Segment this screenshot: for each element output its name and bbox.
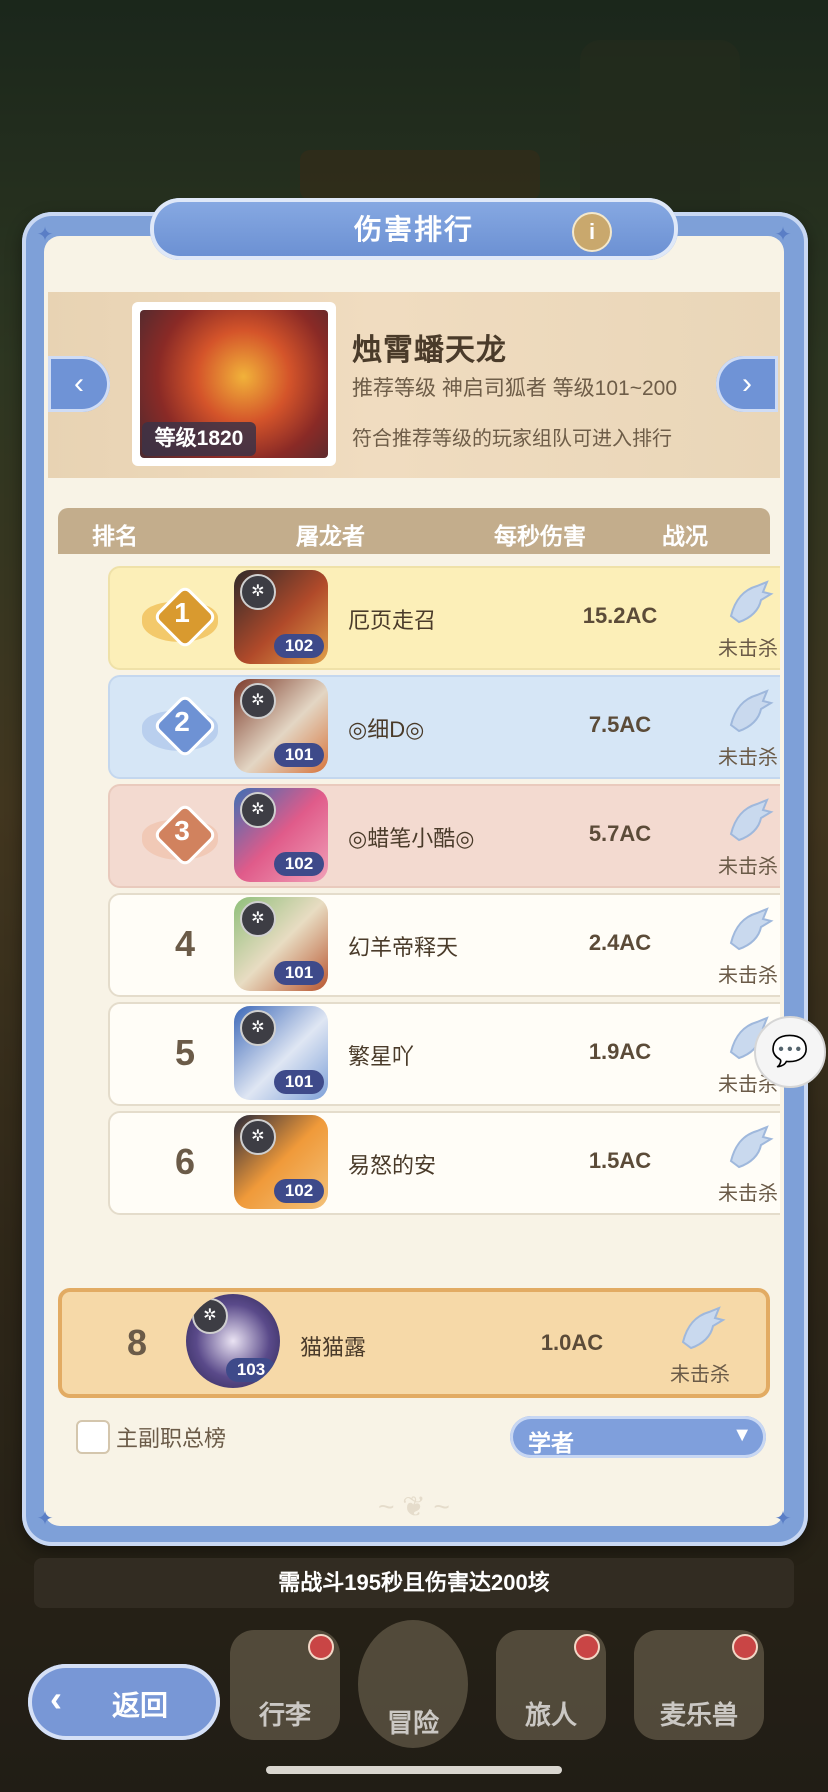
boss-ranking-note: 符合推荐等级的玩家组队可进入排行 (352, 428, 672, 450)
nav-luggage[interactable]: 行李 (230, 1630, 340, 1740)
player-level: 101 (274, 961, 324, 985)
next-boss-button[interactable]: › (716, 356, 778, 412)
player-dps: 15.2AC (582, 603, 658, 628)
back-button-label: 返回 (112, 1690, 169, 1721)
rank-number: 6 (174, 1141, 196, 1182)
info-icon[interactable]: i (572, 212, 612, 252)
main-sub-job-label: 主副职总榜 (116, 1426, 227, 1451)
ranking-table-header: 排名 屠龙者 每秒伤害 战况 (58, 508, 770, 554)
class-emblem-icon: ✲ (240, 901, 276, 937)
bronze-medal-icon: 3 (142, 802, 222, 868)
prev-boss-button[interactable]: ‹ (48, 356, 110, 412)
header-dps: 每秒伤害 (494, 523, 586, 549)
player-level: 101 (274, 1070, 324, 1094)
boss-recommend-level: 推荐等级 神启司狐者 等级101~200 (352, 377, 678, 400)
header-slayer: 屠龙者 (296, 523, 365, 549)
self-ranking-row[interactable]: 8 ✲ 103 猫猫露 1.0AC 未击杀 (58, 1288, 770, 1398)
class-emblem-icon: ✲ (240, 1010, 276, 1046)
rank-number: 2 (174, 706, 190, 737)
notification-dot (574, 1634, 600, 1660)
player-level: 102 (274, 1179, 324, 1203)
ranking-row[interactable]: 2 ✲ 101 ◎细D◎ 7.5AC 未击杀 (108, 675, 780, 779)
job-class-select[interactable]: 学者 ▼ (510, 1416, 766, 1458)
boss-level-badge: 等级1820 (142, 422, 256, 456)
rank-number: 1 (174, 597, 190, 628)
kill-status: 未击杀 (630, 1302, 770, 1387)
kill-status: 未击杀 (678, 1121, 780, 1206)
player-name: 易怒的安 (348, 1153, 437, 1178)
notification-dot (732, 1634, 758, 1660)
home-indicator[interactable] (266, 1766, 562, 1774)
class-emblem-icon: ✲ (240, 792, 276, 828)
player-name: 幻羊帝释天 (348, 935, 459, 960)
chevron-left-icon: ‹ (50, 1678, 62, 1719)
notification-dot (308, 1634, 334, 1660)
player-dps: 7.5AC (588, 712, 652, 737)
avatar[interactable]: ✲ 102 (234, 1115, 328, 1209)
player-name: ◎细D◎ (348, 717, 425, 742)
dragon-head-icon (729, 689, 774, 733)
dragon-head-icon (729, 907, 774, 951)
ranking-row[interactable]: 5 ✲ 101 繁星吖 1.9AC 未击杀 (108, 1002, 780, 1106)
dragon-head-icon (729, 798, 774, 842)
gold-medal-icon: 1 (142, 584, 222, 650)
player-name: 猫猫露 (300, 1335, 367, 1360)
avatar[interactable]: ✲ 101 (234, 1006, 328, 1100)
player-dps: 1.0AC (540, 1330, 604, 1355)
rank-number: 5 (174, 1032, 196, 1073)
rank-number: 4 (174, 923, 196, 964)
main-sub-job-checkbox[interactable] (76, 1420, 110, 1454)
dragon-head-icon (729, 580, 774, 624)
dialog-title: 伤害排行 (353, 214, 474, 245)
requirement-text: 需战斗195秒且伤害达200垓 (34, 1558, 794, 1608)
boss-name: 烛霄蟠天龙 (352, 334, 507, 367)
ranking-row[interactable]: 1 ✲ 102 厄页走召 15.2AC 未击杀 (108, 566, 780, 670)
rank-number: 3 (174, 815, 190, 846)
avatar[interactable]: ✲ 101 (234, 897, 328, 991)
chevron-down-icon: ▼ (732, 1424, 752, 1446)
nav-adventure[interactable]: 冒险 (358, 1620, 468, 1748)
avatar[interactable]: ✲ 102 (234, 788, 328, 882)
header-status: 战况 (662, 523, 708, 549)
avatar[interactable]: ✲ 102 (234, 570, 328, 664)
class-emblem-icon: ✲ (192, 1298, 228, 1334)
dragon-head-icon (681, 1306, 726, 1350)
corner-ornament-icon: ✦ (774, 1508, 792, 1530)
player-dps: 1.9AC (588, 1039, 652, 1064)
class-emblem-icon: ✲ (240, 1119, 276, 1155)
corner-ornament-icon: ✦ (36, 1508, 54, 1530)
job-class-select-value: 学者 (528, 1430, 574, 1456)
player-dps: 1.5AC (588, 1148, 652, 1173)
player-level: 101 (274, 743, 324, 767)
ranking-row[interactable]: 4 ✲ 101 幻羊帝释天 2.4AC 未击杀 (108, 893, 780, 997)
silver-medal-icon: 2 (142, 693, 222, 759)
ranking-row[interactable]: 6 ✲ 102 易怒的安 1.5AC 未击杀 (108, 1111, 780, 1215)
kill-status: 未击杀 (678, 576, 780, 661)
nav-traveler[interactable]: 旅人 (496, 1630, 606, 1740)
ranking-list[interactable]: 1 ✲ 102 厄页走召 15.2AC 未击杀 2 ✲ 101 ◎细D◎ 7.5… (48, 558, 780, 1280)
player-name: ◎蜡笔小酷◎ (348, 826, 475, 851)
player-name: 厄页走召 (348, 608, 437, 633)
player-level: 102 (274, 852, 324, 876)
player-name: 繁星吖 (348, 1044, 415, 1069)
player-level: 103 (226, 1358, 276, 1382)
header-rank: 排名 (92, 523, 138, 549)
fox-ornament-icon: ~ ❦ ~ (378, 1491, 450, 1522)
avatar[interactable]: ✲ 101 (234, 679, 328, 773)
back-button[interactable]: ‹ 返回 (28, 1664, 220, 1740)
class-emblem-icon: ✲ (240, 683, 276, 719)
kill-status: 未击杀 (678, 903, 780, 988)
kill-status: 未击杀 (678, 685, 780, 770)
player-dps: 2.4AC (588, 930, 652, 955)
class-emblem-icon: ✲ (240, 574, 276, 610)
ranking-row[interactable]: 3 ✲ 102 ◎蜡笔小酷◎ 5.7AC 未击杀 (108, 784, 780, 888)
kill-status: 未击杀 (678, 794, 780, 879)
rank-number: 8 (126, 1322, 148, 1363)
player-dps: 5.7AC (588, 821, 652, 846)
dragon-head-icon (729, 1125, 774, 1169)
player-level: 102 (274, 634, 324, 658)
nav-pet[interactable]: 麦乐兽 (634, 1630, 764, 1740)
chat-icon[interactable]: 💬 (754, 1016, 826, 1088)
avatar[interactable]: ✲ 103 (186, 1294, 280, 1388)
